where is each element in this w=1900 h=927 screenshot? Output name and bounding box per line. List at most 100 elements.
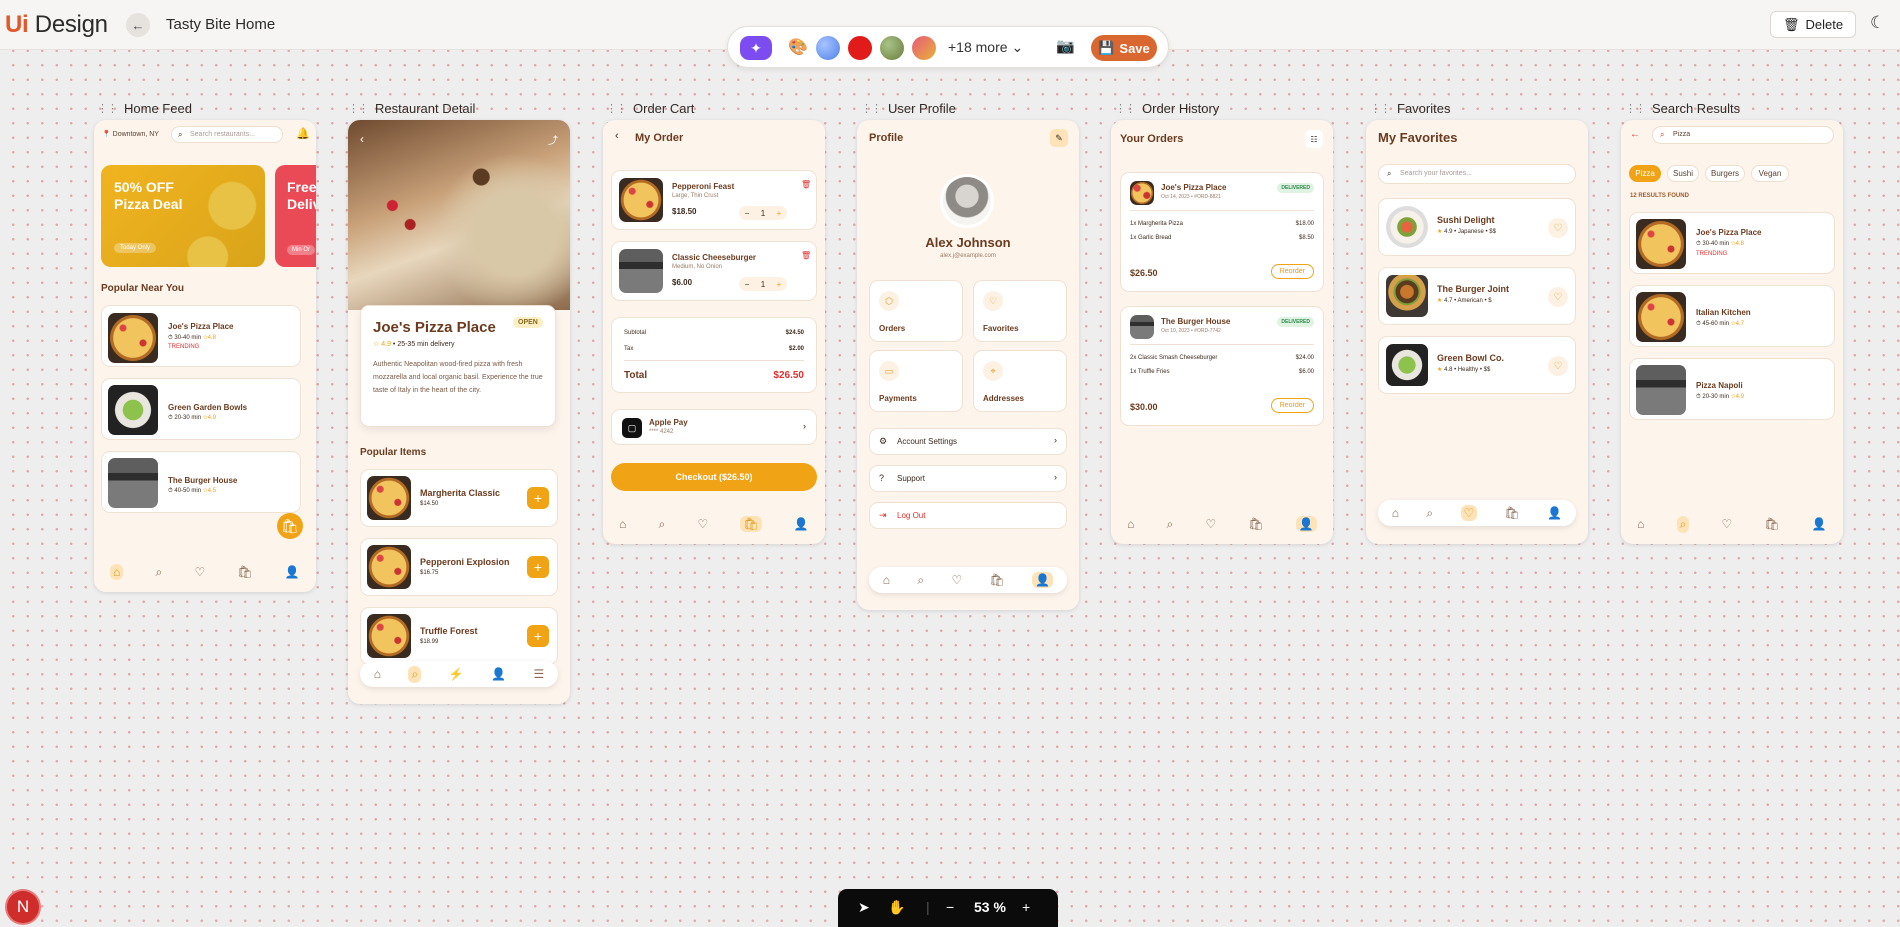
theme-toggle-icon[interactable]: ☾	[1870, 13, 1885, 33]
share-icon[interactable]: ⤴	[548, 132, 558, 147]
color-swatch-olive[interactable]	[880, 36, 904, 60]
tile-orders[interactable]: ⬡ Orders	[869, 280, 963, 342]
bag-icon[interactable]: 🛍	[990, 573, 1005, 587]
list-item[interactable]: The Burger House ⏱ 40-50 min ☆4.5	[101, 451, 301, 513]
frame-label-history[interactable]: ⋮⋮ Order History	[1115, 101, 1219, 116]
search-input[interactable]: ⌕ Search restaurants...	[171, 126, 283, 143]
result-item[interactable]: Pizza Napoli ⏱ 20-30 min ☆4.9	[1629, 358, 1835, 420]
bell-icon[interactable]: 🔔	[296, 127, 310, 140]
tile-favorites[interactable]: ♡ Favorites	[973, 280, 1067, 342]
more-colors-dropdown[interactable]: +18 more ⌄	[948, 39, 1023, 56]
save-button[interactable]: 💾 Save	[1091, 35, 1157, 61]
heart-icon[interactable]: ♡	[952, 573, 963, 587]
camera-icon[interactable]: 📷	[1056, 37, 1075, 55]
minus-icon[interactable]: −	[745, 280, 750, 289]
bag-icon[interactable]: 🛍	[1248, 517, 1263, 531]
bag-icon[interactable]: 🛍	[237, 565, 252, 579]
user-avatar[interactable]: N	[7, 891, 39, 923]
frame-label-favorites[interactable]: ⋮⋮ Favorites	[1370, 101, 1450, 116]
list-item[interactable]: Joe's Pizza Place ⏱ 30-40 min ☆4.8 TREND…	[101, 305, 301, 367]
user-icon[interactable]: 👤	[1812, 517, 1827, 531]
back-button[interactable]: ←	[126, 13, 150, 37]
bag-icon[interactable]: 🛍	[1505, 506, 1520, 520]
search-icon[interactable]: ⌕	[1426, 506, 1433, 521]
result-item[interactable]: Italian Kitchen ⏱ 45-60 min ☆4.7	[1629, 285, 1835, 347]
edit-icon[interactable]: ✎	[1050, 129, 1068, 147]
list-item[interactable]: Green Garden Bowls ⏱ 20-30 min ☆4.9	[101, 378, 301, 440]
promo-card-delivery[interactable]: Free Deliv Min Or	[275, 165, 316, 267]
bag-icon[interactable]: 🛍	[740, 516, 762, 532]
plus-icon[interactable]: +	[777, 280, 782, 289]
favorite-item[interactable]: Sushi Delight ★ 4.9 • Japanese • $$ ♡	[1378, 198, 1576, 256]
home-icon[interactable]: ⌂	[110, 564, 124, 580]
home-icon[interactable]: ⌂	[1392, 506, 1399, 520]
color-swatch-blue[interactable]	[816, 36, 840, 60]
menu-account-settings[interactable]: ⚙ Account Settings ›	[869, 428, 1067, 455]
payment-method[interactable]: ▢ Apple Pay **** 4242 ›	[611, 409, 817, 445]
heart-icon[interactable]: ♡	[1460, 505, 1478, 521]
search-icon[interactable]: ⌕	[1167, 517, 1174, 532]
menu-item[interactable]: Margherita Classic $14.50 +	[360, 469, 558, 527]
result-item[interactable]: Joe's Pizza Place ⏱ 30-40 min ☆4.8 TREND…	[1629, 212, 1835, 274]
plus-icon[interactable]: +	[777, 209, 782, 218]
menu-logout[interactable]: ⇥ Log Out	[869, 502, 1067, 529]
heart-icon[interactable]: ♡	[1205, 517, 1216, 531]
home-icon[interactable]: ⌂	[1127, 517, 1134, 531]
add-button[interactable]: +	[527, 487, 549, 509]
magic-wand-button[interactable]: ✦	[740, 36, 772, 60]
trash-icon[interactable]: 🗑	[801, 180, 811, 189]
delete-button[interactable]: 🗑 Delete	[1770, 11, 1856, 38]
checkout-button[interactable]: Checkout ($26.50)	[611, 463, 817, 491]
bag-icon[interactable]: 🛍	[1764, 517, 1779, 531]
menu-icon[interactable]: ☰	[534, 667, 545, 681]
chip-pizza[interactable]: Pizza	[1629, 165, 1661, 182]
back-arrow-icon[interactable]: ←	[1630, 129, 1640, 140]
frame-label-cart[interactable]: ⋮⋮ Order Cart	[606, 101, 694, 116]
quantity-stepper[interactable]: −1 +	[739, 277, 787, 291]
tile-payments[interactable]: ▭ Payments	[869, 350, 963, 412]
menu-item[interactable]: Truffle Forest $18.99 +	[360, 607, 558, 665]
location-label[interactable]: 📍 Downtown, NY	[102, 130, 159, 138]
menu-item[interactable]: Pepperoni Explosion $16.75 +	[360, 538, 558, 596]
minus-icon[interactable]: −	[745, 209, 750, 218]
reorder-button[interactable]: Reorder	[1270, 398, 1314, 413]
app-logo[interactable]: Ui Design	[5, 11, 108, 39]
search-input[interactable]: ⌕ Pizza	[1652, 126, 1834, 144]
palette-icon[interactable]: 🎨	[786, 36, 810, 60]
favorites-search-input[interactable]: ⌕ Search your favorites...	[1378, 164, 1576, 184]
frame-label-detail[interactable]: ⋮⋮ Restaurant Detail	[348, 101, 475, 116]
cart-fab-button[interactable]: 🛍	[277, 513, 303, 539]
add-button[interactable]: +	[527, 625, 549, 647]
chip-burgers[interactable]: Burgers	[1705, 165, 1745, 182]
home-icon[interactable]: ⌂	[374, 667, 381, 681]
search-icon[interactable]: ⌕	[156, 565, 163, 580]
add-button[interactable]: +	[527, 556, 549, 578]
favorite-item[interactable]: The Burger Joint ★ 4.7 • American • $ ♡	[1378, 267, 1576, 325]
frame-label-home[interactable]: ⋮⋮ Home Feed	[97, 101, 192, 116]
user-icon[interactable]: 👤	[1295, 516, 1317, 532]
tile-addresses[interactable]: ⌖ Addresses	[973, 350, 1067, 412]
menu-support[interactable]: ? Support ›	[869, 465, 1067, 492]
color-swatch-red[interactable]	[848, 36, 872, 60]
chip-vegan[interactable]: Vegan	[1751, 165, 1789, 182]
trash-icon[interactable]: 🗑	[801, 251, 811, 260]
back-arrow-icon[interactable]: ‹	[360, 132, 364, 146]
zoom-out-button[interactable]: −	[946, 899, 954, 915]
user-icon[interactable]: 👤	[491, 667, 506, 681]
filter-icon[interactable]: ☷	[1305, 130, 1323, 148]
user-icon[interactable]: 👤	[1032, 572, 1054, 588]
user-icon[interactable]: 👤	[794, 517, 809, 531]
chip-sushi[interactable]: Sushi	[1667, 165, 1699, 182]
heart-icon[interactable]: ♡	[1548, 218, 1568, 238]
zoom-in-button[interactable]: +	[1022, 899, 1030, 915]
promo-card-pizza[interactable]: 50% OFF Pizza Deal Today Only	[101, 165, 265, 267]
search-icon[interactable]: ⌕	[408, 665, 422, 683]
lightning-icon[interactable]: ⚡	[449, 667, 464, 681]
frame-label-search[interactable]: ⋮⋮ Search Results	[1625, 101, 1740, 116]
frame-label-profile[interactable]: ⋮⋮ User Profile	[861, 101, 956, 116]
search-icon[interactable]: ⌕	[1676, 515, 1690, 533]
reorder-button[interactable]: Reorder	[1270, 264, 1314, 279]
search-icon[interactable]: ⌕	[659, 517, 666, 532]
pointer-icon[interactable]: ➤	[858, 899, 870, 916]
back-arrow-icon[interactable]: ‹	[615, 130, 619, 142]
